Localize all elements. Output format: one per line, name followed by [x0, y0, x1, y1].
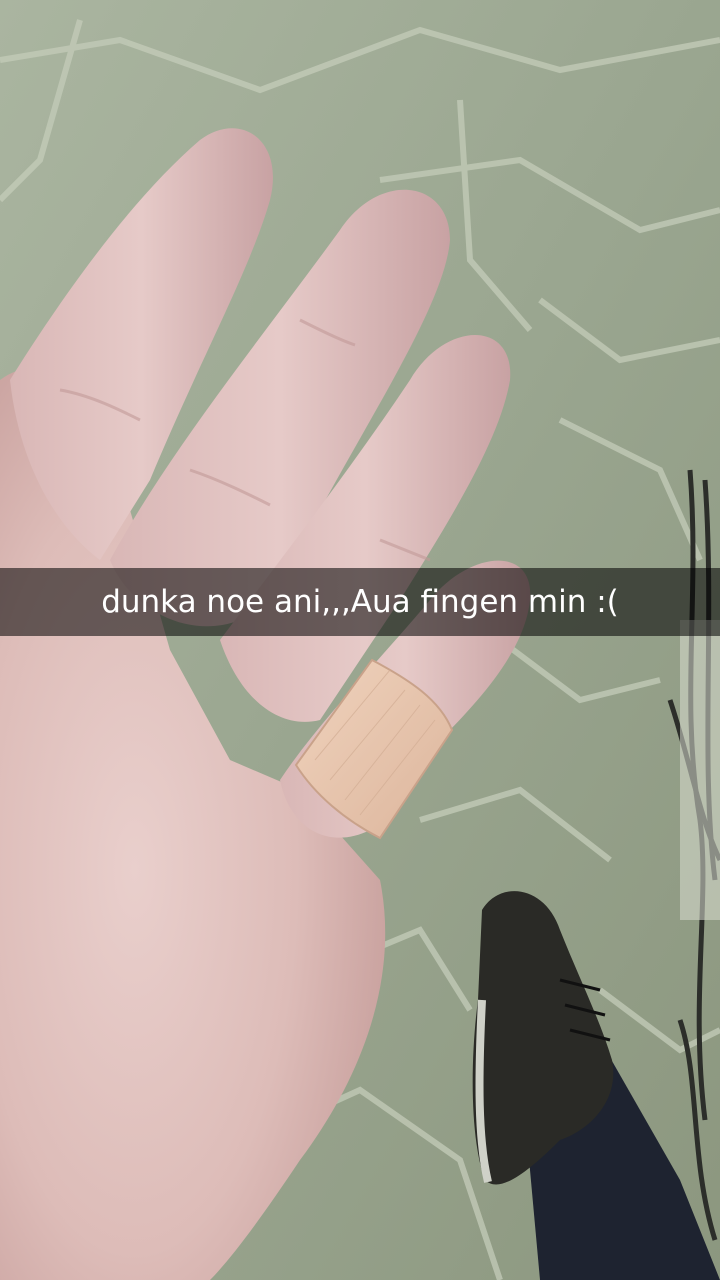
snap-photo: dunka noe ani,,,Aua fingen min :(: [0, 0, 720, 1280]
cable-reel: [680, 620, 720, 920]
caption-text: dunka noe ani,,,Aua fingen min :(: [101, 584, 619, 620]
photo-scene: [0, 0, 720, 1280]
caption-bar[interactable]: dunka noe ani,,,Aua fingen min :(: [0, 568, 720, 636]
